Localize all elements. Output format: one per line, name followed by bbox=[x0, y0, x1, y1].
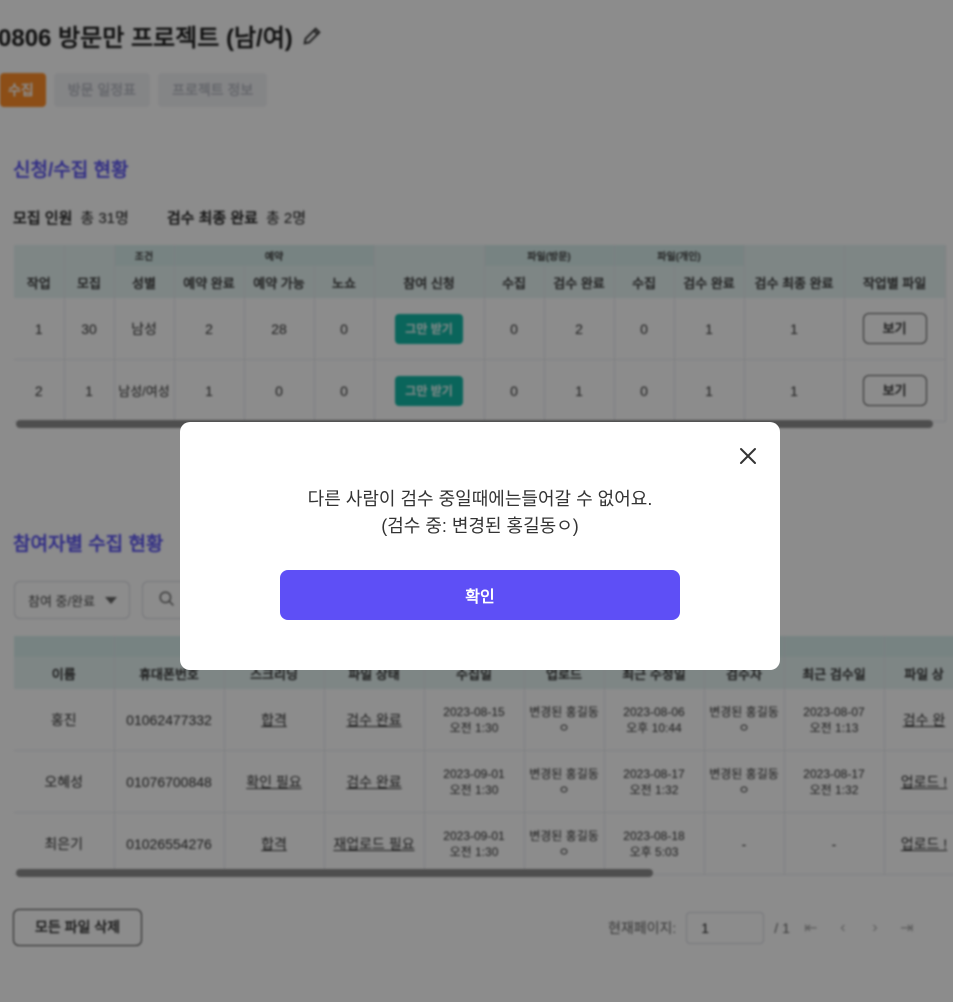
modal-message-line1: 다른 사람이 검수 중일때에는들어갈 수 없어요. bbox=[307, 489, 653, 509]
modal-message: 다른 사람이 검수 중일때에는들어갈 수 없어요. (검수 중: 변경된 홍길동… bbox=[180, 486, 780, 540]
alert-modal: 다른 사람이 검수 중일때에는들어갈 수 없어요. (검수 중: 변경된 홍길동… bbox=[180, 422, 780, 670]
close-icon[interactable] bbox=[736, 444, 760, 468]
confirm-button[interactable]: 확인 bbox=[280, 570, 680, 620]
modal-message-line2: (검수 중: 변경된 홍길동ㅇ) bbox=[381, 516, 579, 536]
